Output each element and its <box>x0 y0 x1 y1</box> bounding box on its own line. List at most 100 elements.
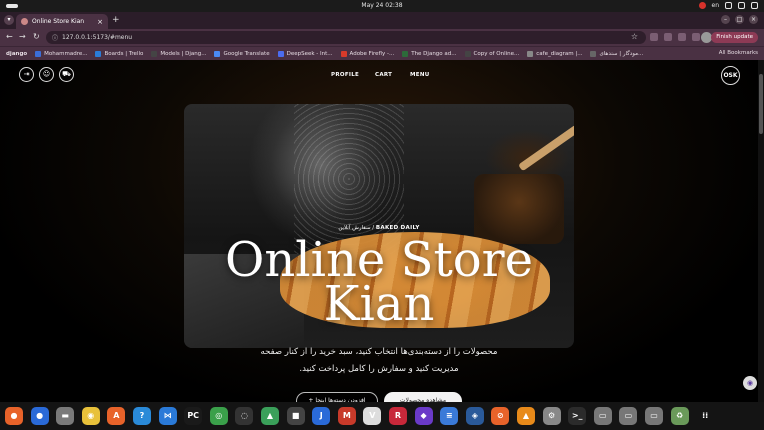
network-icon[interactable] <box>725 2 732 9</box>
bookmark-favicon-icon <box>35 51 42 57</box>
rider-icon[interactable]: R <box>389 407 407 425</box>
thunderbird-icon[interactable]: ● <box>30 407 49 425</box>
tab-search-icon[interactable]: ▾ <box>4 15 14 25</box>
extensions <box>650 33 700 41</box>
bookmark-item[interactable]: مودگار | سندهای... <box>590 51 643 57</box>
chrome-icon[interactable]: ◎ <box>209 407 228 425</box>
maximize-icon[interactable]: □ <box>735 15 744 24</box>
tab-online-store[interactable]: Online Store Kian × <box>16 14 108 29</box>
reload-icon[interactable]: ↻ <box>33 32 40 41</box>
site-info-icon[interactable]: ⓘ <box>52 33 58 42</box>
bookmark-label: Boards | Trello <box>104 51 144 57</box>
notes-icon[interactable]: ≡ <box>440 407 459 425</box>
minimize-icon[interactable]: – <box>721 15 730 24</box>
nav-cart[interactable]: CART <box>375 72 392 78</box>
toolbar: ← → ↻ ⓘ 127.0.0.1:5173/#menu ☆ Finish up… <box>0 29 764 46</box>
forward-icon[interactable]: → <box>19 32 26 41</box>
assistant-icon[interactable]: ◉ <box>743 376 757 390</box>
hero-eyebrow: سفارش آنلاین / BAKED DAILY <box>338 225 420 231</box>
clock[interactable]: May 24 02:38 <box>0 2 764 9</box>
bookmark-item[interactable]: Copy of Online... <box>464 51 519 57</box>
bookmark-favicon-icon <box>590 51 597 57</box>
hero-title: Online Store Kian <box>184 236 574 328</box>
bookmark-folder-django[interactable]: django <box>6 51 27 57</box>
user-icon[interactable]: ☺ <box>39 67 54 82</box>
all-bookmarks-button[interactable]: All Bookmarks <box>719 50 758 56</box>
joplin-icon[interactable]: J <box>312 407 331 425</box>
app-window-icon-2[interactable]: ▭ <box>619 407 638 425</box>
settings-icon[interactable]: ⚙ <box>542 407 561 425</box>
view-products-button[interactable]: مشاهده محصولات <box>384 392 462 402</box>
url-text[interactable]: 127.0.0.1:5173/#menu <box>62 34 132 41</box>
window-controls: – □ × <box>721 15 758 24</box>
hero-eyebrow-fa: سفارش آنلاین <box>338 225 371 231</box>
dock: ● ● ▬ ◉ A? ⋈ PC ◎ ◌ ▲ ■ J M V R ◆ ≡ ◈ ⊘ ▲ ⚙ >_ ▭ ▭ ▭ ♻ ⁞⁞ <box>0 402 764 430</box>
nav-profile[interactable]: PROFILE <box>331 72 359 78</box>
bookmark-item[interactable]: Models | Djang... <box>151 51 206 57</box>
scrollbar[interactable] <box>758 60 764 402</box>
web-page: ⇥ ☺ ⛟ PROFILE CART MENU OSK سفارش آنلاین… <box>0 60 764 402</box>
help-icon[interactable]: ? <box>133 407 151 425</box>
extension-icon[interactable] <box>678 33 686 41</box>
terminal-icon[interactable]: >_ <box>568 407 587 425</box>
pgadmin-icon[interactable]: ◈ <box>465 407 484 425</box>
files-icon[interactable]: ▬ <box>56 407 75 425</box>
camera-icon[interactable]: ■ <box>286 407 305 425</box>
rhythmbox-icon[interactable]: ◉ <box>81 407 100 425</box>
address-bar[interactable]: ⓘ 127.0.0.1:5173/#menu ☆ <box>46 31 646 44</box>
bookmark-item[interactable]: Google Translate <box>214 51 270 57</box>
trash-icon[interactable]: ♻ <box>670 407 689 425</box>
bookmark-favicon-icon <box>277 51 284 57</box>
bookmark-item[interactable]: cafe_diagram |... <box>527 51 582 57</box>
language-button[interactable]: OSK <box>721 66 740 85</box>
postman-icon[interactable]: ⊘ <box>491 407 510 425</box>
logout-icon[interactable]: ⇥ <box>19 67 34 82</box>
bookmark-label: Adobe Firefly -... <box>349 51 395 57</box>
software-icon[interactable]: A <box>107 407 126 425</box>
close-tab-icon[interactable]: × <box>97 18 103 26</box>
extension-icon[interactable] <box>650 33 658 41</box>
nav-menu[interactable]: MENU <box>410 72 430 78</box>
bookmark-item[interactable]: The Django ad... <box>402 51 457 57</box>
image-viewer-icon[interactable]: ▲ <box>261 407 279 425</box>
close-window-icon[interactable]: × <box>749 15 758 24</box>
hero-eyebrow-brand: BAKED DAILY <box>375 225 420 231</box>
cart-icon[interactable]: ⛟ <box>59 67 74 82</box>
record-icon[interactable] <box>698 2 706 9</box>
new-tab-button[interactable]: + <box>112 15 120 25</box>
bookmark-star-icon[interactable]: ☆ <box>631 32 638 41</box>
bookmarks-bar: django Mohammadre... Boards | Trello Model… <box>0 46 764 61</box>
inkscape-icon[interactable]: V <box>363 407 382 425</box>
app-window-icon[interactable]: ▭ <box>593 407 612 425</box>
system-tray[interactable]: en <box>698 2 758 9</box>
bookmark-label: Google Translate <box>223 51 270 57</box>
obs-icon[interactable]: ◌ <box>235 407 254 425</box>
bookmark-item[interactable]: Boards | Trello <box>95 51 143 57</box>
bookmark-favicon-icon <box>340 51 347 57</box>
bookmark-favicon-icon <box>464 51 471 57</box>
app-window-icon-3[interactable]: ▭ <box>645 407 663 425</box>
extension-icon[interactable] <box>664 33 672 41</box>
mendeley-icon[interactable]: M <box>337 407 356 425</box>
show-apps-icon[interactable]: ⁞⁞ <box>696 407 715 425</box>
bookmark-item[interactable]: Mohammadre... <box>35 51 87 57</box>
bookmark-label: Models | Djang... <box>160 51 207 57</box>
power-icon[interactable] <box>751 2 758 9</box>
hero-honey-dipper <box>518 124 574 172</box>
bookmark-item[interactable]: DeepSeek - Int... <box>277 51 333 57</box>
obsidian-icon[interactable]: ◆ <box>414 407 433 425</box>
pycharm-icon[interactable]: PC <box>184 407 203 425</box>
bookmark-item[interactable]: Adobe Firefly -... <box>340 51 395 57</box>
volume-icon[interactable] <box>738 2 745 9</box>
scrollbar-thumb[interactable] <box>759 74 763 134</box>
finish-update-button[interactable]: Finish update <box>711 32 758 43</box>
back-icon[interactable]: ← <box>6 32 13 41</box>
bookmark-favicon-icon <box>527 51 534 57</box>
keyboard-layout[interactable]: en <box>712 2 720 9</box>
add-categories-button[interactable]: + افزودن دسته‌ها اینجا <box>296 392 378 402</box>
extensions-puzzle-icon[interactable] <box>692 33 700 41</box>
firefox-icon[interactable]: ● <box>5 407 23 425</box>
vscode-icon[interactable]: ⋈ <box>158 407 177 425</box>
hero-description-line2: مدیریت کنید و سفارش را کامل پرداخت کنید. <box>299 364 459 374</box>
vlc-icon[interactable]: ▲ <box>517 407 535 425</box>
